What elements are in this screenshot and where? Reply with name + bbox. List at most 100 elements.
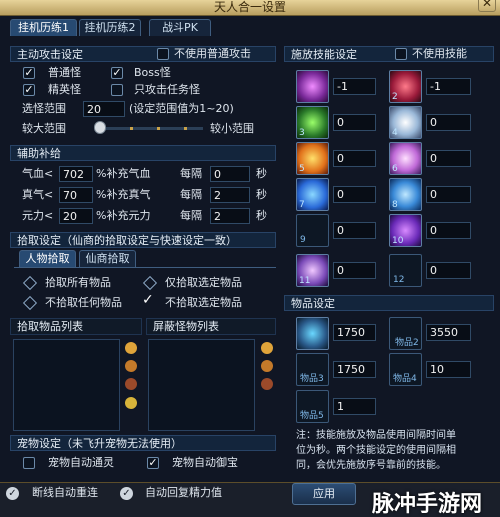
- skill-slot-1-icon[interactable]: [296, 70, 329, 103]
- delete-block-icon[interactable]: [261, 378, 273, 390]
- skill-slot-10-icon[interactable]: 10: [389, 214, 422, 247]
- item-2-interval-input[interactable]: 3550: [426, 324, 471, 341]
- skill-slot-12[interactable]: 12: [389, 254, 422, 287]
- item-5-interval-input[interactable]: 1: [333, 398, 376, 415]
- tab-merchant-pickup[interactable]: 仙商拾取: [79, 250, 136, 267]
- tab-afk-1[interactable]: 挂机历练1: [10, 19, 77, 36]
- pet-auto-mount-checkbox[interactable]: ✓: [147, 457, 159, 469]
- tab-person-pickup[interactable]: 人物拾取: [19, 250, 76, 267]
- no-normal-attack-checkbox[interactable]: [157, 48, 169, 60]
- pickup-tab-divider: [14, 267, 276, 268]
- edit-pickup-icon[interactable]: [125, 360, 137, 372]
- skill-2-interval-input[interactable]: -1: [426, 78, 471, 95]
- pet-auto-heal-checkbox[interactable]: [23, 457, 35, 469]
- pickup-none-radio[interactable]: [22, 295, 38, 311]
- skill-12-interval-input[interactable]: 0: [426, 262, 471, 279]
- hp-refill-label: %补充气血: [96, 167, 151, 180]
- note-line-1: 注：技能施放及物品使用间隔时间单: [296, 430, 456, 441]
- note-line-3: 同，会优先施放序号靠前的技能。: [296, 460, 446, 471]
- pet-auto-heal-label: 宠物自动通灵: [48, 456, 114, 469]
- skill-slot-4-icon[interactable]: 4: [389, 106, 422, 139]
- skill-slot-6-icon[interactable]: 6: [389, 142, 422, 175]
- yuan-threshold-input[interactable]: 20: [59, 208, 93, 224]
- skill-11-interval-input[interactable]: 0: [333, 262, 376, 279]
- tab-afk-2[interactable]: 挂机历练2: [79, 19, 141, 36]
- item-slot-2[interactable]: 物品2: [389, 317, 422, 350]
- range-slider-knob[interactable]: [94, 121, 107, 134]
- add-block-icon[interactable]: [261, 342, 273, 354]
- range-hint: (设定范围值为1~20): [129, 102, 234, 115]
- pickup-selected-label: 仅拾取选定物品: [165, 276, 242, 289]
- item-4-interval-input[interactable]: 10: [426, 361, 471, 378]
- elite-monster-label: 精英怪: [48, 83, 81, 96]
- title-bar: 天人合一设置: [0, 0, 500, 16]
- skill-1-interval-input[interactable]: -1: [333, 78, 376, 95]
- mp-interval-input[interactable]: 2: [210, 187, 250, 203]
- no-skill-checkbox[interactable]: [395, 48, 407, 60]
- item-slot-5[interactable]: 物品5: [296, 390, 329, 423]
- hp-threshold-input[interactable]: 702: [59, 166, 93, 182]
- skill-10-interval-input[interactable]: 0: [426, 222, 471, 239]
- normal-monster-checkbox[interactable]: ✓: [23, 67, 35, 79]
- supply-section-header: 辅助补给: [10, 145, 276, 161]
- mp-every-label: 每隔: [180, 188, 202, 201]
- delete-pickup-icon[interactable]: [125, 378, 137, 390]
- yuan-interval-input[interactable]: 2: [210, 208, 250, 224]
- yuan-label: 元力<: [22, 209, 54, 222]
- pet-section-header: 宠物设定（未飞升宠物无法使用）: [10, 435, 276, 451]
- note-line-2: 位为秒。两个技能设定的使用间隔相: [296, 445, 456, 456]
- tab-pk[interactable]: 战斗PK: [149, 19, 211, 36]
- pickup-section-header: 拾取设定（仙商的拾取设定与快速设定一致）: [10, 232, 276, 248]
- mp-threshold-input[interactable]: 70: [59, 187, 93, 203]
- item-slot-3[interactable]: 物品3: [296, 353, 329, 386]
- pickup-item-list[interactable]: [13, 339, 120, 431]
- no-normal-attack-label: 不使用普通攻击: [174, 47, 251, 60]
- skill-slot-9[interactable]: 9: [296, 214, 329, 247]
- edit-block-icon[interactable]: [261, 360, 273, 372]
- reconnect-checkbox[interactable]: ✓: [6, 487, 19, 500]
- watermark-logo: 脉冲手游网: [372, 492, 483, 517]
- skill-8-interval-input[interactable]: 0: [426, 186, 471, 203]
- add-pickup-icon[interactable]: [125, 342, 137, 354]
- slider-tick: [184, 127, 187, 130]
- normal-monster-label: 普通怪: [48, 66, 81, 79]
- hp-interval-input[interactable]: 0: [210, 166, 250, 182]
- item-1-interval-input[interactable]: 1750: [333, 324, 376, 341]
- no-skill-label: 不使用技能: [412, 47, 467, 60]
- skill-slot-11-icon[interactable]: 11: [296, 254, 329, 287]
- boss-monster-label: Boss怪: [134, 66, 171, 79]
- skill-slot-2-icon[interactable]: 2: [389, 70, 422, 103]
- skill-5-interval-input[interactable]: 0: [333, 150, 376, 167]
- skill-slot-5-icon[interactable]: 5: [296, 142, 329, 175]
- pickup-list-header: 拾取物品列表: [10, 318, 142, 335]
- close-icon[interactable]: ✕: [478, 0, 496, 12]
- pickup-selected-radio[interactable]: [142, 275, 158, 291]
- hp-sec-label: 秒: [256, 167, 267, 180]
- skill-slot-3-icon[interactable]: 3: [296, 106, 329, 139]
- skill-9-interval-input[interactable]: 0: [333, 222, 376, 239]
- hp-label: 气血<: [22, 167, 54, 180]
- item-slot-4[interactable]: 物品4: [389, 353, 422, 386]
- slider-tick: [157, 127, 160, 130]
- boss-monster-checkbox[interactable]: ✓: [111, 67, 123, 79]
- energy-checkbox[interactable]: ✓: [120, 487, 133, 500]
- skill-4-interval-input[interactable]: 0: [426, 114, 471, 131]
- task-monster-checkbox[interactable]: [111, 84, 123, 96]
- skill-slot-8-icon[interactable]: 8: [389, 178, 422, 211]
- skill-7-interval-input[interactable]: 0: [333, 186, 376, 203]
- item-section-header: 物品设定: [284, 295, 494, 311]
- skill-6-interval-input[interactable]: 0: [426, 150, 471, 167]
- item-3-interval-input[interactable]: 1750: [333, 361, 376, 378]
- elite-monster-checkbox[interactable]: ✓: [23, 84, 35, 96]
- item-slot-1-icon[interactable]: [296, 317, 329, 350]
- skill-slot-7-icon[interactable]: 7: [296, 178, 329, 211]
- clear-pickup-icon[interactable]: [125, 397, 137, 409]
- mp-label: 真气<: [22, 188, 54, 201]
- block-monster-list[interactable]: [148, 339, 255, 431]
- apply-button[interactable]: 应用: [292, 483, 356, 505]
- pickup-all-radio[interactable]: [22, 275, 38, 291]
- skill-3-interval-input[interactable]: 0: [333, 114, 376, 131]
- mp-sec-label: 秒: [256, 188, 267, 201]
- pickup-not-selected-radio[interactable]: ✓: [142, 292, 154, 308]
- range-input[interactable]: 20: [83, 101, 125, 117]
